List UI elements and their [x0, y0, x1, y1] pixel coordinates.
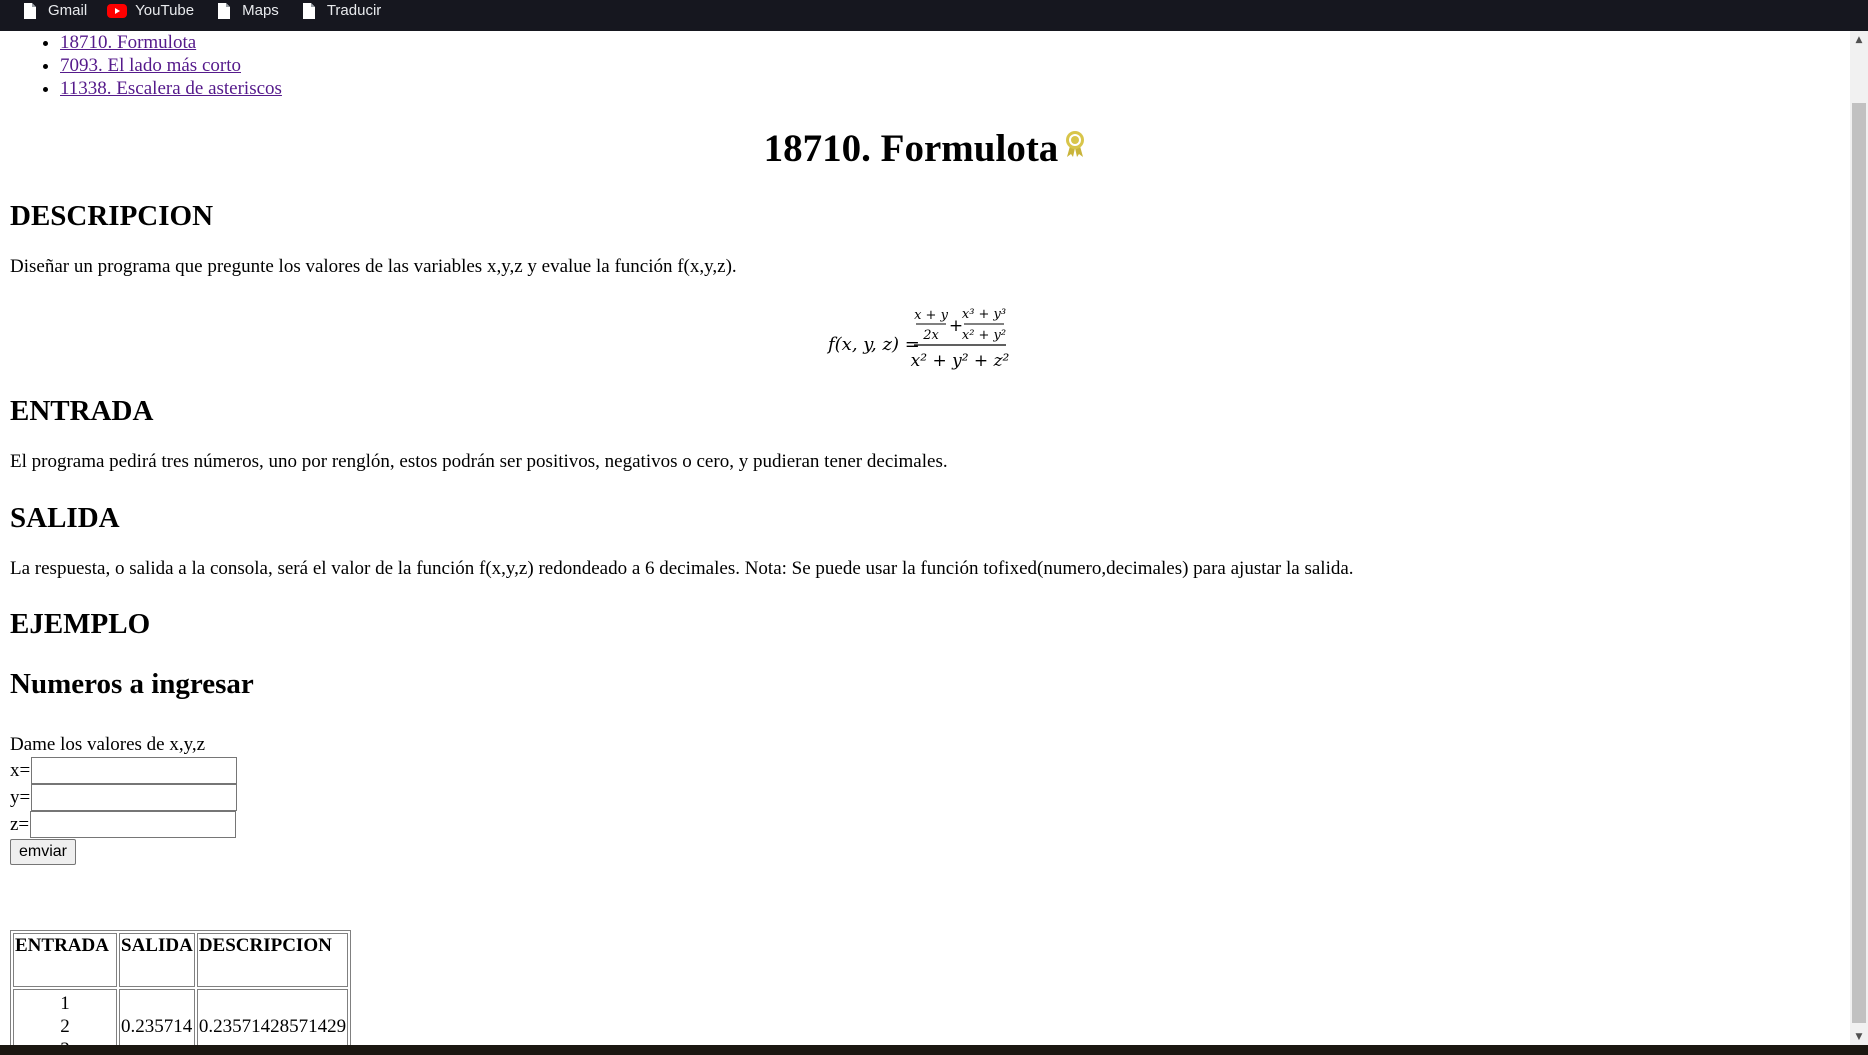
page-viewport: 18710. Formulota 7093. El lado más corto… [0, 31, 1848, 1045]
table-header: ENTRADA [13, 933, 117, 987]
page-title: 18710. Formulota [10, 124, 1840, 174]
formula: f(x, y, z) = x + y 2x + x³ + y³ x² + y² … [826, 299, 1048, 375]
input-form: Dame los valores de x,y,z x= y= z= emvia… [10, 733, 238, 865]
page-icon [20, 1, 40, 21]
bookmark-label: Gmail [48, 2, 88, 19]
entrada-text: El programa pedirá tres números, uno por… [10, 451, 948, 472]
scroll-down-icon[interactable]: ▼ [1850, 1028, 1868, 1045]
section-heading-entrada: ENTRADA [10, 395, 154, 427]
bookmark-label: YouTube [135, 2, 195, 19]
z-label: z= [10, 813, 30, 835]
scrollbar-thumb[interactable] [1852, 103, 1866, 1023]
formula-lhs: f(x, y, z) = [826, 334, 920, 355]
page-title-text: 18710. Formulota [763, 127, 1059, 170]
table-row: 1 2 3 0.235714 0.23571428571429 [13, 989, 349, 1045]
table-cell-descripcion: 0.23571428571429 [196, 989, 349, 1045]
vertical-scrollbar[interactable]: ▲ ▼ [1850, 31, 1868, 1045]
form-prompt: Dame los valores de x,y,z [10, 734, 206, 755]
table-header: SALIDA [119, 933, 195, 987]
page-icon [214, 1, 234, 21]
taskbar-strip [0, 1045, 1868, 1055]
bookmarks-bar: Gmail YouTube Maps Traducir [0, 0, 1868, 31]
y-row: y= [10, 784, 238, 811]
formula-fraction2-bottom: x² + y² [962, 328, 1006, 343]
bookmark-traducir[interactable]: Traducir [299, 0, 381, 31]
problem-link[interactable]: 7093. El lado más corto [60, 55, 241, 76]
entrada-value: 1 [60, 993, 70, 1014]
table-cell-entrada: 1 2 3 [13, 989, 117, 1045]
bookmark-label: Maps [242, 2, 279, 19]
bookmark-gmail[interactable]: Gmail [20, 0, 87, 31]
problem-list: 18710. Formulota 7093. El lado más corto… [10, 31, 282, 100]
section-subheading-numeros: Numeros a ingresar [10, 668, 254, 700]
scroll-up-icon[interactable]: ▲ [1850, 31, 1868, 48]
youtube-icon [107, 1, 128, 21]
bookmark-label: Traducir [326, 2, 382, 19]
submit-button[interactable]: emviar [10, 839, 77, 865]
problem-link[interactable]: 11338. Escalera de asteriscos [60, 78, 282, 99]
z-row: z= [10, 811, 237, 838]
list-item: 11338. Escalera de asteriscos [60, 77, 282, 100]
formula-fraction2-top: x³ + y³ [962, 307, 1006, 322]
table-cell-salida: 0.235714 [119, 989, 195, 1045]
list-item: 7093. El lado más corto [60, 54, 282, 77]
entrada-value: 3 [15, 1038, 115, 1045]
section-heading-descripcion: DESCRIPCION [10, 200, 214, 232]
formula-fraction1-top: x + y [914, 308, 948, 323]
page-icon [299, 1, 319, 21]
x-input[interactable] [31, 757, 238, 784]
list-item: 18710. Formulota [60, 31, 282, 54]
entrada-value: 2 [60, 1016, 70, 1037]
problem-link[interactable]: 18710. Formulota [60, 32, 196, 53]
y-input[interactable] [31, 784, 238, 811]
example-table: ENTRADA SALIDA DESCRIPCION 1 2 3 0.23571… [10, 930, 352, 1045]
award-badge-icon [1064, 121, 1086, 171]
description-text: Diseñar un programa que pregunte los val… [10, 256, 737, 277]
table-header: DESCRIPCION [196, 933, 349, 987]
x-row: x= [10, 757, 238, 784]
section-heading-ejemplo: EJEMPLO [10, 608, 151, 640]
x-label: x= [10, 759, 31, 781]
formula-fraction1-bottom: 2x [922, 328, 939, 343]
bookmark-youtube[interactable]: YouTube [107, 0, 194, 31]
formula-denominator: x² + y² + z² [911, 351, 1010, 371]
z-input[interactable] [30, 811, 237, 838]
y-label: y= [10, 786, 31, 808]
table-header-row: ENTRADA SALIDA DESCRIPCION [13, 933, 349, 987]
section-heading-salida: SALIDA [10, 502, 120, 534]
salida-text: La respuesta, o salida a la consola, ser… [10, 558, 1354, 579]
bookmark-maps[interactable]: Maps [214, 0, 279, 31]
